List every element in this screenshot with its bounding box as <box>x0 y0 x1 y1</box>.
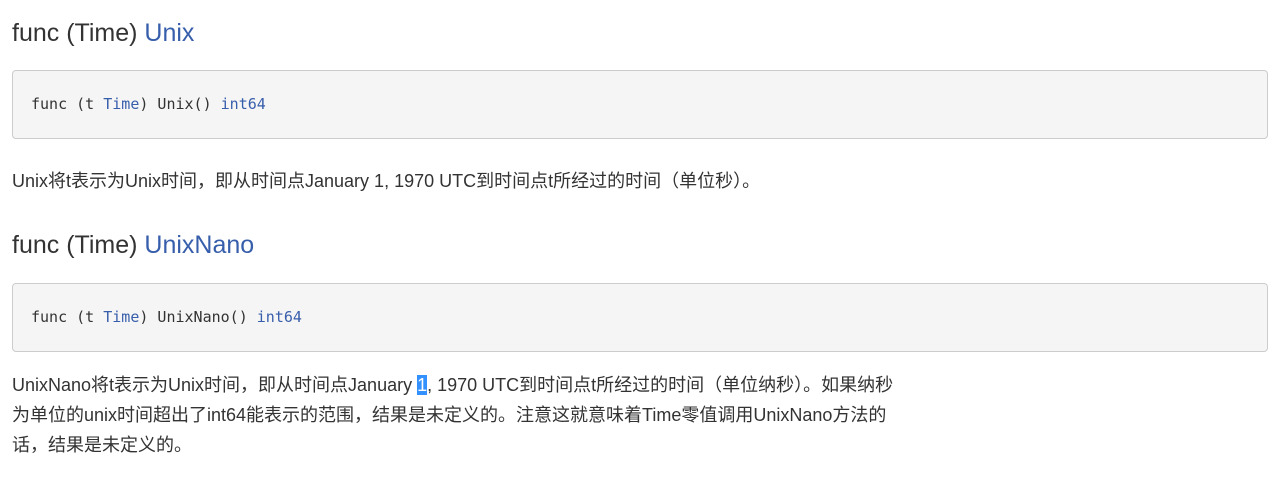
func-heading-unix: func (Time) Unix <box>12 18 194 48</box>
sig-keyword: func (t <box>31 95 104 113</box>
description-unix: Unix将t表示为Unix时间，即从时间点January 1, 1970 UTC… <box>12 171 761 191</box>
heading-prefix: func (Time) <box>12 231 145 259</box>
heading-prefix: func (Time) <box>12 19 145 47</box>
sig-method: ) UnixNano() <box>139 308 257 326</box>
sig-type-time[interactable]: Time <box>103 308 139 326</box>
desc-text: 话，结果是未定义的。 <box>12 435 192 455</box>
signature-block-unixnano: func (t Time) UnixNano() int64 <box>12 283 1268 352</box>
sig-keyword: func (t <box>31 308 104 326</box>
sig-return-type[interactable]: int64 <box>221 95 266 113</box>
selected-text: 1 <box>417 375 428 395</box>
sig-type-time[interactable]: Time <box>103 95 139 113</box>
func-link-unix[interactable]: Unix <box>144 19 194 47</box>
desc-text: 为单位的unix时间超出了int64能表示的范围，结果是未定义的。注意这就意味着… <box>12 405 887 425</box>
signature-block-unix: func (t Time) Unix() int64 <box>12 70 1268 139</box>
desc-text: , 1970 UTC到时间点t所经过的时间（单位纳秒）。如果纳秒 <box>427 375 894 395</box>
desc-text: UnixNano将t表示为Unix时间，即从时间点January <box>12 375 418 395</box>
sig-return-type[interactable]: int64 <box>257 308 302 326</box>
sig-method: ) Unix() <box>139 95 221 113</box>
func-link-unixnano[interactable]: UnixNano <box>144 231 254 259</box>
func-heading-unixnano: func (Time) UnixNano <box>12 230 254 260</box>
description-unixnano: UnixNano将t表示为Unix时间，即从时间点January 1, 1970… <box>12 370 1268 460</box>
